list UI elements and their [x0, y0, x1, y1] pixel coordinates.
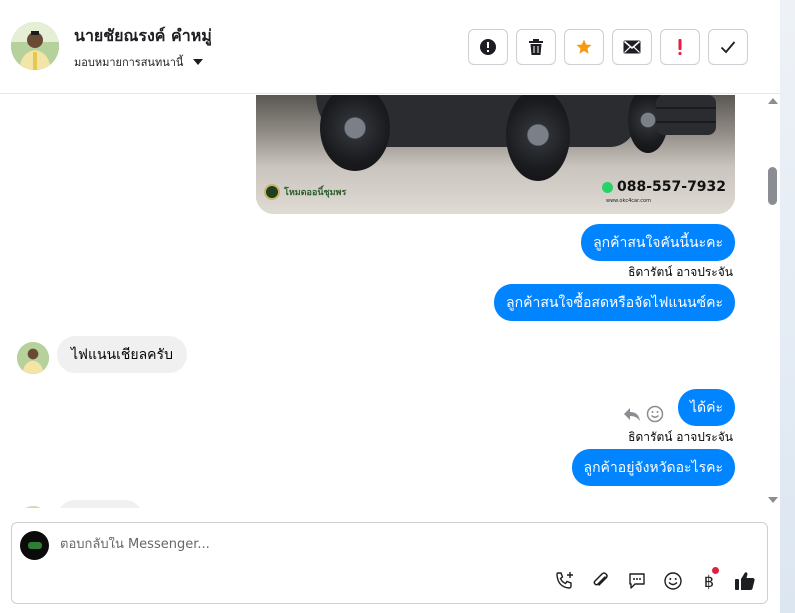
spam-alert-button[interactable] [468, 29, 508, 65]
shop-phone: 088-557-7932 [602, 179, 726, 195]
reply-icon[interactable] [623, 405, 641, 423]
smiley-icon [646, 405, 664, 423]
delete-button[interactable] [516, 29, 556, 65]
star-icon [576, 39, 592, 54]
conversation-header: นายชัยณรงค์ คำหมู่ มอบหมายการสนทนานี้ [0, 0, 780, 94]
message-sender: ธิดารัตน์ อาจประจัน [628, 265, 733, 279]
paperclip-icon [593, 572, 608, 586]
scrollbar-thumb[interactable] [768, 167, 777, 205]
reply-input[interactable] [60, 537, 660, 552]
reply-arrow-icon [624, 408, 640, 421]
shop-logo: โหมดออนิ์ชุมพร [264, 182, 364, 202]
notification-dot [712, 567, 719, 574]
shop-brand-text: โหมดออนิ์ชุมพร [284, 188, 347, 198]
message-bubble-outgoing[interactable]: ลูกค้าอยู่จังหวัดอะไรคะ [571, 449, 735, 486]
avatar[interactable] [17, 506, 49, 508]
follow-up-button[interactable] [660, 29, 700, 65]
contact-name: นายชัยณรงค์ คำหมู่ [74, 26, 212, 45]
person-photo-icon [17, 342, 49, 374]
mark-done-button[interactable] [708, 29, 748, 65]
tire-stack [656, 95, 716, 135]
exclamation-icon [678, 39, 682, 55]
star-button[interactable] [564, 29, 604, 65]
baht-icon: ฿ [703, 571, 715, 591]
reply-composer: ฿ [11, 522, 768, 604]
chat-scrollbar[interactable] [766, 95, 780, 508]
scroll-up-arrow-icon[interactable] [768, 98, 778, 104]
trash-icon [529, 39, 543, 55]
check-icon [720, 41, 736, 54]
saved-replies-button[interactable] [626, 570, 648, 592]
scroll-down-arrow-icon[interactable] [768, 497, 778, 503]
emoji-button[interactable] [662, 570, 684, 592]
assign-conversation-dropdown[interactable]: มอบหมายการสนทนานี้ [74, 53, 204, 71]
payment-button[interactable]: ฿ [698, 567, 720, 592]
message-bubble-outgoing[interactable]: ลูกค้าสนใจคันนี้นะคะ [581, 224, 735, 261]
emoji-icon [664, 572, 682, 590]
person-photo-icon [11, 22, 59, 70]
shop-phone-number: 088-557-7932 [617, 179, 727, 195]
alert-circle-icon [480, 39, 496, 55]
avatar[interactable] [11, 22, 59, 70]
message-bubble-outgoing[interactable]: ลูกค้าสนใจซื้อสดหรือจัดไฟแนนซ์คะ [494, 284, 735, 321]
shop-website: www.okc4car.com [606, 198, 651, 204]
message-bubble-outgoing[interactable]: ได้ค่ะ [677, 389, 735, 426]
message-bubble-incoming[interactable] [57, 500, 143, 508]
page-logo-icon [27, 542, 42, 549]
thumbs-up-icon [735, 572, 755, 590]
assign-label: มอบหมายการสนทนานี้ [74, 56, 184, 69]
avatar[interactable] [17, 342, 49, 374]
attach-button[interactable] [590, 570, 612, 592]
mark-unread-button[interactable] [612, 29, 652, 65]
shop-logo-icon [264, 184, 280, 200]
message-bubble-incoming[interactable]: ไฟแนนเชียลครับ [57, 336, 187, 373]
whatsapp-icon [602, 181, 613, 193]
react-emoji-icon[interactable] [646, 405, 664, 423]
car-photo-attachment[interactable]: โหมดออนิ์ชุมพร 088-557-7932 www.okc4car.… [256, 95, 735, 214]
chat-bubble-icon [629, 573, 645, 589]
page-avatar [20, 531, 49, 560]
like-button[interactable] [734, 570, 756, 592]
caret-down-icon [193, 59, 204, 65]
message-sender: ธิดารัตน์ อาจประจัน [628, 430, 733, 444]
call-add-icon [556, 572, 573, 589]
envelope-icon [623, 40, 641, 54]
side-panel-edge [780, 0, 795, 613]
messenger-conversation: นายชัยณรงค์ คำหมู่ มอบหมายการสนทนานี้ โห… [0, 0, 795, 613]
message-list[interactable]: โหมดออนิ์ชุมพร 088-557-7932 www.okc4car.… [0, 95, 768, 508]
call-add-button[interactable] [554, 570, 576, 592]
